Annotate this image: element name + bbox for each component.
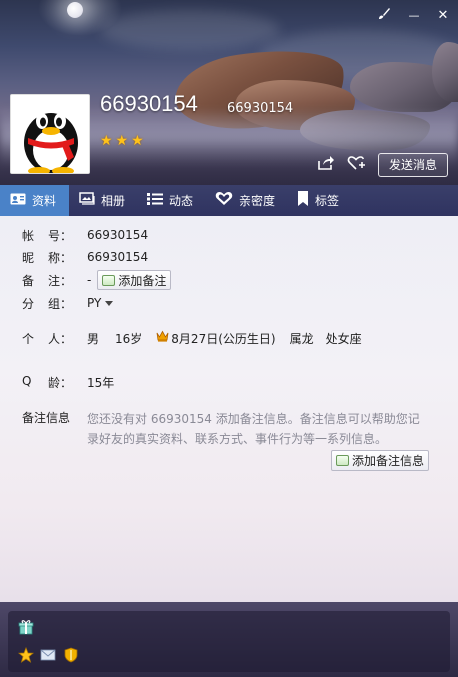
- tab-album[interactable]: 相册: [69, 185, 137, 216]
- zodiac-value: 属龙: [289, 331, 314, 346]
- star-icon[interactable]: [17, 646, 35, 663]
- tab-tags[interactable]: 标签: [287, 185, 351, 216]
- profile-tabs: 资料 相册 动态 亲密度 标签: [0, 185, 458, 216]
- close-icon[interactable]: ✕: [432, 6, 454, 26]
- heart-icon: [215, 191, 233, 210]
- account-label: 帐号：: [22, 228, 72, 243]
- tab-label: 动态: [169, 194, 194, 208]
- mail-icon[interactable]: [40, 647, 56, 663]
- note-row: 备注信息: [22, 407, 87, 427]
- moon-decoration: [67, 2, 83, 18]
- list-icon: [147, 192, 164, 209]
- edit-note-icon: [102, 274, 116, 286]
- nickname-label: 昵称：: [22, 250, 72, 265]
- personal-row: 个人： 男 16岁 8月27日(公历生日) 属龙 处女座: [22, 328, 362, 348]
- tab-label: 资料: [32, 194, 57, 208]
- gift-icon[interactable]: [18, 619, 34, 635]
- level-stars[interactable]: ★★★: [100, 133, 147, 149]
- qage-value: 15年: [87, 375, 115, 390]
- group-value: PY: [87, 296, 102, 310]
- add-remark-label: 添加备注: [118, 273, 167, 288]
- age-value: 16岁: [115, 331, 143, 346]
- add-note-info-label: 添加备注信息: [352, 454, 425, 468]
- heart-plus-icon[interactable]: [346, 155, 368, 175]
- constellation-value: 处女座: [325, 331, 362, 346]
- send-message-button[interactable]: 发送消息: [378, 153, 448, 177]
- profile-card-icon: [10, 193, 26, 209]
- note-label: 备注信息: [22, 410, 71, 425]
- account-row: 帐号： 66930154: [22, 225, 148, 245]
- group-label: 分组：: [22, 296, 72, 311]
- note-description: 您还没有对 66930154 添加备注信息。备注信息可以帮助您记录好友的真实资料…: [87, 412, 420, 446]
- account-number: 66930154: [227, 101, 294, 116]
- bookmark-icon: [297, 191, 309, 210]
- remark-row: 备注： - 添加备注: [22, 270, 172, 290]
- remark-value: -: [87, 273, 92, 287]
- nickname-value[interactable]: 66930154: [87, 250, 148, 264]
- gender-value: 男: [87, 331, 100, 346]
- avatar[interactable]: [10, 94, 90, 174]
- paintbrush-icon[interactable]: [373, 6, 395, 26]
- birthday-value: 8月27日(公历生日): [171, 331, 276, 346]
- share-icon[interactable]: [315, 155, 337, 175]
- minimize-icon[interactable]: —: [403, 6, 425, 26]
- qage-row: Q 龄： 15年: [22, 372, 114, 392]
- personal-label: 个人：: [22, 331, 72, 346]
- footer-bar: [0, 602, 458, 677]
- tab-label: 标签: [315, 194, 340, 208]
- profile-info-panel: 帐号： 66930154 昵称： 66930154 备注： - 添加备注 分组：…: [0, 216, 458, 602]
- tab-feed[interactable]: 动态: [137, 185, 205, 216]
- add-remark-button[interactable]: 添加备注: [97, 270, 172, 290]
- add-note-info-button[interactable]: 添加备注信息: [331, 450, 430, 471]
- edit-note-icon: [336, 455, 349, 466]
- remark-label: 备注：: [22, 273, 72, 288]
- tab-intimacy[interactable]: 亲密度: [205, 185, 287, 216]
- tab-label: 相册: [101, 194, 126, 208]
- nickname-row: 昵称： 66930154: [22, 247, 148, 267]
- group-dropdown[interactable]: PY: [87, 296, 114, 310]
- photo-album-icon: [79, 192, 95, 209]
- tab-profile[interactable]: 资料: [0, 185, 69, 216]
- nickname-title: 66930154: [100, 91, 198, 116]
- account-value[interactable]: 66930154: [87, 228, 148, 242]
- tab-label: 亲密度: [239, 194, 276, 208]
- cloud-decoration: [100, 10, 280, 50]
- chevron-down-icon: [105, 301, 114, 306]
- group-row: 分组： PY: [22, 293, 114, 313]
- profile-header: — ✕ 66930154 66930154 ★★★ 发送消息: [0, 0, 458, 185]
- penguin-avatar-icon: [11, 95, 89, 173]
- crown-icon: [156, 330, 169, 346]
- footer-panel: [8, 611, 450, 672]
- shield-icon[interactable]: [63, 647, 79, 663]
- qage-label: Q 龄：: [22, 373, 72, 390]
